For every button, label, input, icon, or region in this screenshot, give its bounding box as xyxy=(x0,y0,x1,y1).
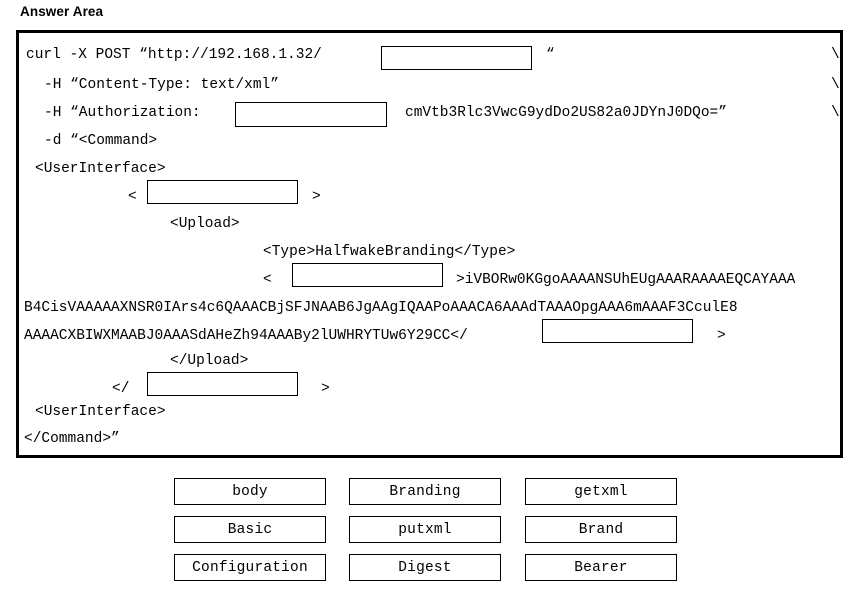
code-line-base64-3: AAAACXBIWXMAABJ0AAASdAHeZh94AAABy2lUWHRY… xyxy=(24,328,468,344)
code-line-angle-open-1: < xyxy=(128,189,137,205)
code-line-command-close: </Command>” xyxy=(24,431,120,447)
option-digest[interactable]: Digest xyxy=(349,554,501,581)
answer-area-panel: curl -X POST “http://192.168.1.32/ “ \ -… xyxy=(16,30,843,458)
blank-close-tag-2[interactable] xyxy=(147,372,298,396)
option-bearer[interactable]: Bearer xyxy=(525,554,677,581)
blank-close-tag-1[interactable] xyxy=(542,319,693,343)
option-brand[interactable]: Brand xyxy=(525,516,677,543)
code-line-quote-1: “ xyxy=(546,47,555,63)
code-line-angle-open-2: < xyxy=(263,272,272,288)
code-line-content-type: -H “Content-Type: text/xml” xyxy=(44,77,279,93)
code-line-continuation-2: \ xyxy=(831,77,840,93)
code-line-base64-start: >iVBORw0KGgoAAAANSUhEUgAAARAAAAEQCAYAAA xyxy=(456,272,796,288)
option-putxml[interactable]: putxml xyxy=(349,516,501,543)
blank-url-path[interactable] xyxy=(381,46,532,70)
page-title: Answer Area xyxy=(20,4,104,19)
code-line-data-command: -d “<Command> xyxy=(44,133,158,149)
option-body[interactable]: body xyxy=(174,478,326,505)
code-line-curl-post: curl -X POST “http://192.168.1.32/ xyxy=(26,47,322,63)
code-line-continuation-1: \ xyxy=(831,47,840,63)
code-line-continuation-3: \ xyxy=(831,105,840,121)
blank-open-tag-2[interactable] xyxy=(292,263,443,287)
option-configuration[interactable]: Configuration xyxy=(174,554,326,581)
code-line-base64-2: B4CisVAAAAAXNSR0IArs4c6QAAACBjSFJNAAB6Jg… xyxy=(24,300,738,316)
code-line-auth-token: cmVtb3Rlc3VwcG9ydDo2US82a0JDYnJ0DQo=” xyxy=(405,105,727,121)
option-getxml[interactable]: getxml xyxy=(525,478,677,505)
code-line-angle-close-1: > xyxy=(312,189,321,205)
code-line-upload-close: </Upload> xyxy=(170,353,249,369)
code-line-angle-close-3: > xyxy=(321,381,330,397)
code-line-userinterface-close: <UserInterface> xyxy=(35,404,166,420)
code-line-userinterface-open: <UserInterface> xyxy=(35,161,166,177)
option-basic[interactable]: Basic xyxy=(174,516,326,543)
code-line-type: <Type>HalfwakeBranding</Type> xyxy=(263,244,516,260)
blank-auth-scheme[interactable] xyxy=(235,102,387,127)
option-branding[interactable]: Branding xyxy=(349,478,501,505)
answer-options-group: body Branding getxml Basic putxml Brand … xyxy=(0,471,859,593)
blank-open-tag-1[interactable] xyxy=(147,180,298,204)
code-line-angle-close-2: > xyxy=(717,328,726,344)
code-line-angle-close-open-3: </ xyxy=(112,381,130,397)
curl-command-block: curl -X POST “http://192.168.1.32/ “ \ -… xyxy=(19,33,840,455)
code-line-authorization: -H “Authorization: xyxy=(44,105,201,121)
code-line-upload-open: <Upload> xyxy=(170,216,240,232)
